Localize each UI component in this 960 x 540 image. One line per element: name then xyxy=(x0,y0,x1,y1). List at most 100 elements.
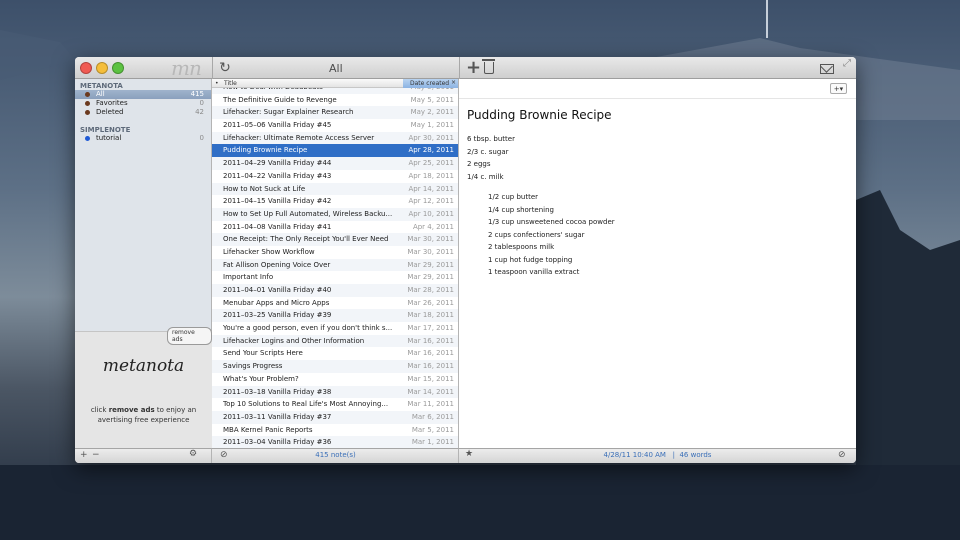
note-list-row[interactable]: 2011–03–04 Vanilla Friday #36 Mar 1, 2011 xyxy=(212,436,458,448)
note-row-date: Apr 18, 2011 xyxy=(408,171,454,180)
sidebar-item-all[interactable]: All 415 xyxy=(75,90,211,99)
ad-text: click remove ads to enjoy an avertising … xyxy=(90,406,197,424)
note-line: 1/4 cup shortening xyxy=(488,205,555,214)
note-date: 4/28/11 10:40 AM xyxy=(603,451,666,459)
note-list-row[interactable]: Top 10 Solutions to Real Life's Most Ann… xyxy=(212,398,458,411)
note-list-row[interactable]: 2011–04–22 Vanilla Friday #43 Apr 18, 201… xyxy=(212,170,458,183)
note-row-date: Mar 26, 2011 xyxy=(407,298,454,307)
title-bar: mn ↻ All + ⤢ xyxy=(75,57,856,80)
note-row-date: Mar 29, 2011 xyxy=(407,273,454,282)
minimize-window-button[interactable] xyxy=(96,62,108,74)
note-row-date: Apr 30, 2011 xyxy=(408,133,454,142)
info-icon[interactable]: ⊘ xyxy=(838,450,846,460)
remove-folder-button[interactable]: − xyxy=(92,450,100,460)
note-list-row[interactable]: The Definitive Guide to Revenge May 5, 20… xyxy=(212,94,458,107)
app-logo: mn xyxy=(171,57,202,80)
ad-logo: metanota xyxy=(102,356,185,376)
note-list-row[interactable]: How to Not Suck at Life Apr 14, 2011 xyxy=(212,182,458,196)
note-list-row[interactable]: What's Your Problem? Mar 15, 2011 xyxy=(212,373,458,386)
note-line: 2 tablespoons milk xyxy=(488,243,555,251)
note-line: 1/4 c. milk xyxy=(467,172,504,181)
note-row-date: Apr 28, 2011 xyxy=(408,146,454,155)
note-list-row[interactable]: Savings Progress Mar 16, 2011 xyxy=(212,360,458,373)
add-menu-button[interactable]: +▾ xyxy=(830,83,847,94)
note-list-row[interactable]: Send Your Scripts Here Mar 16, 2011 xyxy=(212,347,458,360)
sidebar-item-deleted[interactable]: Deleted 42 xyxy=(75,108,211,117)
note-row-title: Menubar Apps and Micro Apps xyxy=(223,298,330,307)
sidebar-item-count: 415 xyxy=(190,90,204,98)
note-row-title: Lifehacker Show Workflow xyxy=(223,247,315,256)
note-row-title: What's Your Problem? xyxy=(223,374,299,383)
note-list-row[interactable]: 2011–04–15 Vanilla Friday #42 Apr 12, 201… xyxy=(212,195,458,208)
note-list-row[interactable]: 2011–03–25 Vanilla Friday #39 Mar 18, 201… xyxy=(212,309,458,323)
note-row-title: How to Set Up Full Automated, Wireless B… xyxy=(223,209,393,218)
new-note-button[interactable]: + xyxy=(466,57,481,78)
sidebar-item-tutorial[interactable]: tutorial 0 xyxy=(75,134,211,143)
fullscreen-icon[interactable]: ⤢ xyxy=(843,58,851,69)
sidebar-bottom-bar: + − ⚙ xyxy=(75,448,212,463)
sidebar-section-header: METANOTA xyxy=(80,82,123,90)
note-row-date: Mar 15, 2011 xyxy=(407,374,454,383)
sidebar-item-count: 42 xyxy=(195,108,204,116)
note-row-date: Mar 16, 2011 xyxy=(407,349,454,358)
gear-icon[interactable]: ⚙ xyxy=(189,449,197,459)
note-list-row[interactable]: Fat Allison Opening Voice Over Mar 29, 20… xyxy=(212,258,458,272)
note-row-date: Apr 14, 2011 xyxy=(408,184,454,193)
sidebar-item-label: Deleted xyxy=(96,108,124,116)
note-list-row[interactable]: 2011–03–11 Vanilla Friday #37 Mar 6, 2011 xyxy=(212,410,458,424)
note-row-date: Mar 28, 2011 xyxy=(407,286,454,294)
note-row-title: 2011–05–06 Vanilla Friday #45 xyxy=(223,121,332,130)
note-list-row[interactable]: One Receipt: The Only Receipt You'll Eve… xyxy=(212,233,458,246)
note-line: 2 eggs xyxy=(467,160,491,168)
sync-refresh-icon[interactable]: ↻ xyxy=(217,60,233,76)
note-row-title: 2011–04–15 Vanilla Friday #42 xyxy=(223,197,332,206)
note-row-date: Mar 17, 2011 xyxy=(407,324,454,333)
note-list-row[interactable]: 2011–03–18 Vanilla Friday #38 Mar 14, 201… xyxy=(212,385,458,399)
note-list-row[interactable]: You're a good person, even if you don't … xyxy=(212,322,458,335)
note-row-date: Apr 4, 2011 xyxy=(412,222,454,231)
list-bottom-bar: ⊘ 415 note(s) xyxy=(212,448,459,463)
note-list-row[interactable]: How to Set Up Full Automated, Wireless B… xyxy=(212,207,458,221)
trash-icon[interactable] xyxy=(482,59,495,74)
note-editor[interactable]: +▾ Pudding Brownie Recipe 6 tbsp. butter… xyxy=(459,79,856,448)
note-row-title: Important Info xyxy=(223,273,274,282)
divider xyxy=(459,57,460,79)
column-date-created[interactable]: Date created × xyxy=(403,79,458,88)
remove-ads-button[interactable]: remove ads xyxy=(167,327,212,345)
note-row-title: The Definitive Guide to Revenge xyxy=(223,95,337,104)
note-list-row[interactable]: 2011–04–08 Vanilla Friday #41 Apr 4, 2011 xyxy=(212,221,458,234)
window-title: All xyxy=(329,62,343,75)
note-list-row[interactable]: 2011–04–29 Vanilla Friday #44 Apr 25, 201… xyxy=(212,157,458,170)
sort-arrow-icon: × xyxy=(450,79,456,86)
note-list-row[interactable]: Menubar Apps and Micro Apps Mar 26, 2011 xyxy=(212,297,458,310)
note-list-row[interactable]: 2011–04–01 Vanilla Friday #40 Mar 28, 201… xyxy=(212,284,458,297)
add-folder-button[interactable]: + xyxy=(80,450,88,460)
note-row-date: Mar 14, 2011 xyxy=(407,387,454,396)
email-icon[interactable] xyxy=(820,64,834,74)
note-row-date: Apr 12, 2011 xyxy=(408,197,454,206)
note-row-date: Mar 16, 2011 xyxy=(407,336,454,345)
list-header: • Title Date created × xyxy=(212,79,458,88)
sidebar-item-favorites[interactable]: Favorites 0 xyxy=(75,99,211,108)
editor-toolbar: +▾ xyxy=(459,79,856,99)
note-body[interactable]: 6 tbsp. butter 2/3 c. sugar 2 eggs 1/4 c. m… xyxy=(467,133,615,279)
note-list-row[interactable]: Pudding Brownie Recipe Apr 28, 2011 xyxy=(212,144,458,158)
note-list-row[interactable]: Lifehacker Show Workflow Mar 30, 2011 xyxy=(212,246,458,259)
note-list-row[interactable]: Lifehacker Logins and Other Information M… xyxy=(212,334,458,348)
note-list-row[interactable]: 2011–05–06 Vanilla Friday #45 May 1, 2011 xyxy=(212,119,458,132)
column-title[interactable]: Title xyxy=(224,80,237,87)
sidebar-item-label: tutorial xyxy=(96,134,122,142)
note-row-title: 2011–04–08 Vanilla Friday #41 xyxy=(223,222,332,231)
note-row-title: Savings Progress xyxy=(223,362,283,371)
close-window-button[interactable] xyxy=(80,62,92,74)
folder-dot-icon xyxy=(85,110,90,115)
note-list-row[interactable]: Lifehacker: Ultimate Remote Access Serve… xyxy=(212,131,458,145)
note-row-date: Mar 1, 2011 xyxy=(411,438,454,447)
note-list-row[interactable]: MBA Kernel Panic Reports Mar 5, 2011 xyxy=(212,424,458,437)
note-list-row[interactable]: Important Info Mar 29, 2011 xyxy=(212,271,458,284)
zoom-window-button[interactable] xyxy=(112,62,124,74)
note-row-date: May 2, 2011 xyxy=(410,108,454,117)
note-list-row[interactable]: Lifehacker: Sugar Explainer Research May … xyxy=(212,106,458,120)
note-row-title: 2011–03–18 Vanilla Friday #38 xyxy=(223,387,332,396)
